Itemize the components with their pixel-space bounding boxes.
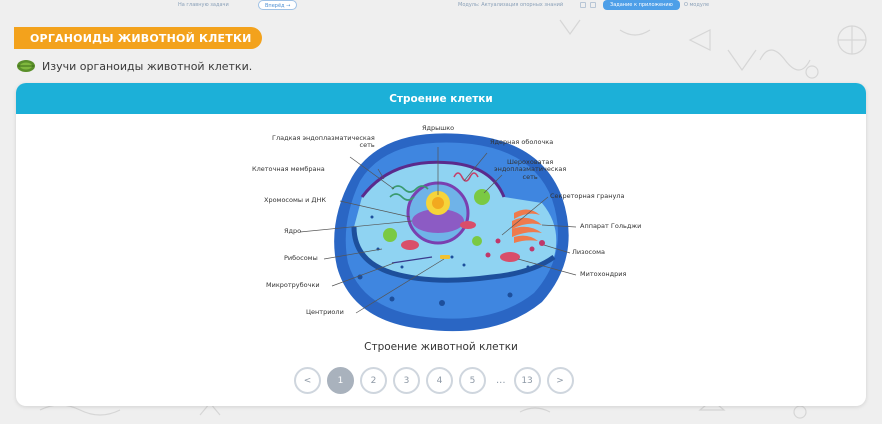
label-cell-membrane: Клеточная мембрана — [252, 165, 325, 173]
label-microtubules: Микротрубочки — [266, 281, 320, 289]
leaf-icon — [17, 60, 35, 72]
next-page-button[interactable]: > — [546, 367, 574, 394]
label-ribosomes: Рибосомы — [284, 254, 318, 262]
label-centriole: Центриоли — [306, 308, 344, 316]
settings-icon[interactable] — [590, 2, 596, 8]
page-button-3[interactable]: 3 — [393, 367, 420, 394]
pagination-ellipsis: ... — [496, 375, 506, 386]
task-text: Изучи органоиды животной клетки. — [42, 59, 253, 73]
about-link[interactable]: О модуле — [684, 2, 709, 8]
bookmark-icon[interactable] — [580, 2, 586, 8]
content-card: Строение клетки Гладкая эндоплазматическ… — [16, 83, 866, 406]
label-smooth-er: Гладкая эндоплазматическая сеть — [272, 134, 375, 150]
page-button-2[interactable]: 2 — [360, 367, 387, 394]
card-header: Строение клетки — [16, 83, 866, 114]
figure-caption: Строение животной клетки — [364, 341, 518, 353]
label-nuclear-envelope: Ядерная оболочка — [490, 138, 554, 146]
label-chromosomes: Хромосомы и ДНК — [264, 196, 326, 204]
lesson-title-banner: ОРГАНОИДЫ ЖИВОТНОЙ КЛЕТКИ — [14, 27, 262, 49]
task-button[interactable]: Задание к приложению — [603, 0, 680, 10]
cell-diagram: Гладкая эндоплазматическая сеть Ядрышко … — [242, 117, 652, 337]
pagination: < 1 2 3 4 5 ... 13 > — [294, 367, 580, 394]
label-mitochondria: Митохондрия — [580, 270, 627, 278]
label-lysosome: Лизосома — [572, 248, 605, 256]
module-text: Модуль: Актуализация опорных знаний — [458, 2, 564, 8]
label-nucleus: Ядро — [284, 227, 302, 235]
page-button-5[interactable]: 5 — [459, 367, 486, 394]
page-button-1[interactable]: 1 — [327, 367, 354, 394]
page-button-4[interactable]: 4 — [426, 367, 453, 394]
task-instruction: Изучи органоиды животной клетки. — [16, 59, 252, 73]
prev-page-button[interactable]: < — [294, 367, 321, 394]
back-link[interactable]: На главную задачи — [178, 2, 229, 8]
top-bar: На главную задачи Вперёд → Модуль: Актуа… — [0, 0, 882, 12]
label-secretory-granule: Секреторная гранула — [550, 192, 625, 200]
label-nucleolus: Ядрышко — [422, 124, 455, 132]
label-golgi: Аппарат Гольджи — [580, 222, 642, 230]
page-button-13[interactable]: 13 — [513, 367, 541, 394]
card-title: Строение клетки — [389, 92, 493, 105]
lesson-title: ОРГАНОИДЫ ЖИВОТНОЙ КЛЕТКИ — [30, 31, 252, 45]
next-button[interactable]: Вперёд → — [258, 0, 298, 10]
label-rough-er: Шероховатая эндоплазматическая сеть — [494, 158, 567, 181]
